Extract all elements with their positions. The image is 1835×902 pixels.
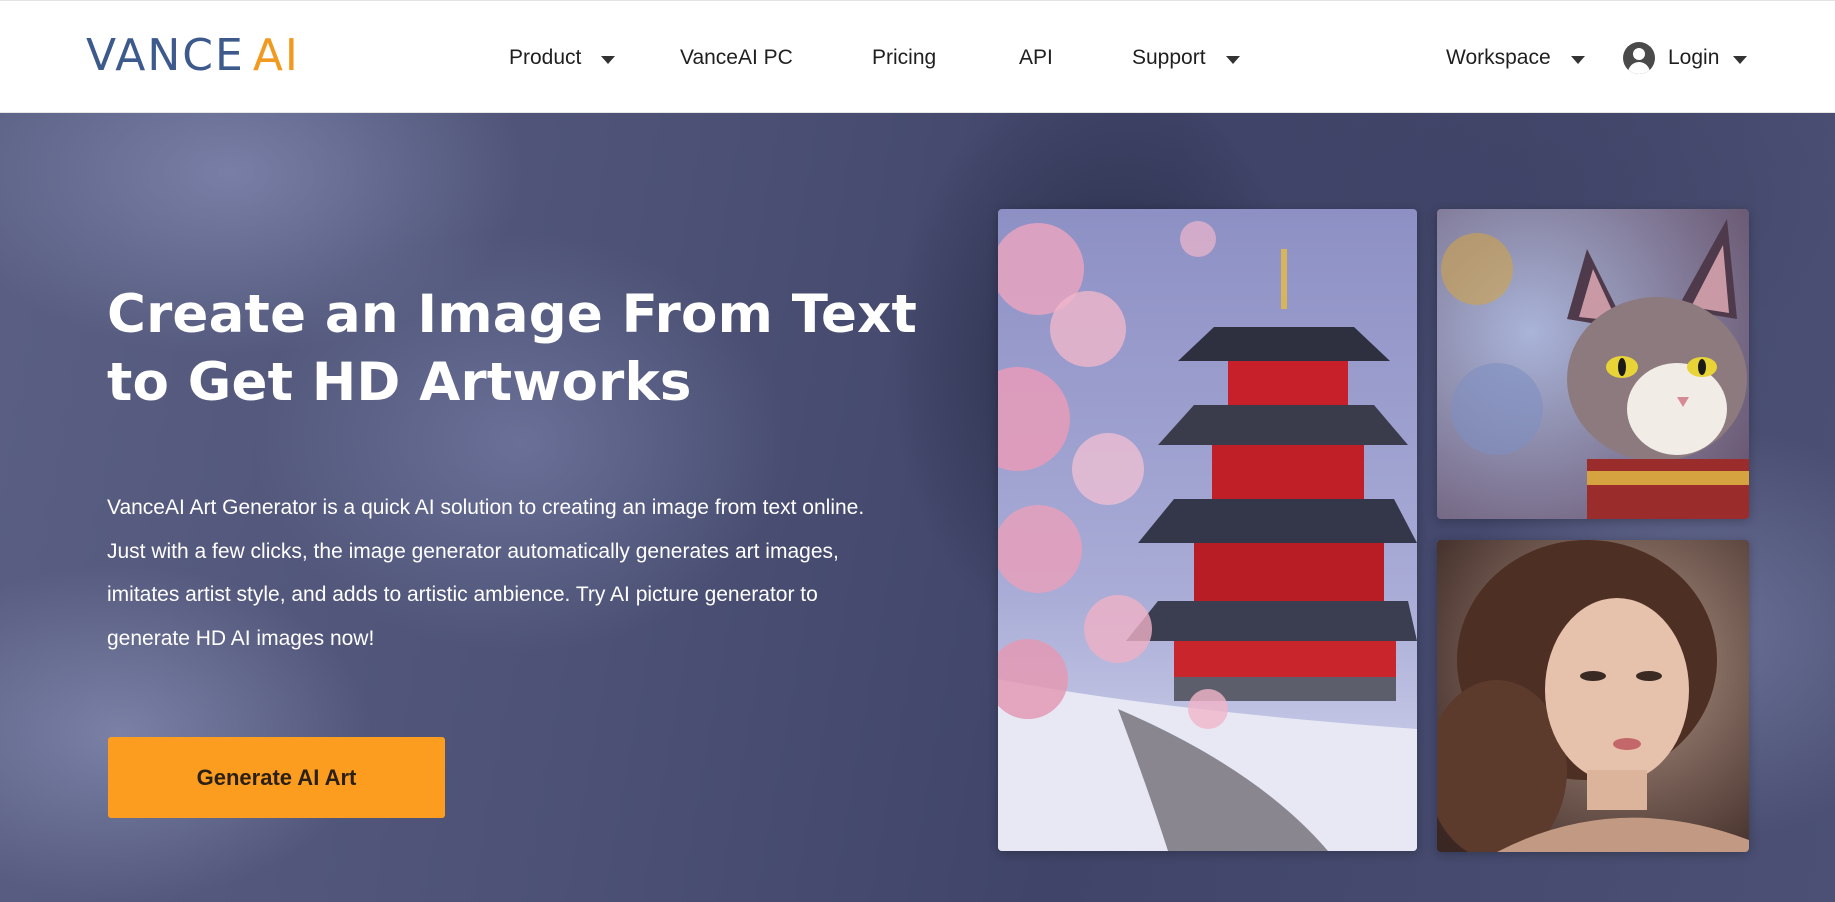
nav-api-label: API [1019,46,1053,69]
nav-support[interactable]: Support [1132,41,1240,75]
woman-portrait-artwork-image [1437,540,1749,852]
login-label: Login [1668,46,1720,69]
nav-pricing-label: Pricing [872,46,937,69]
hero-description-line: Just with a few clicks, the image genera… [107,539,839,563]
hero-title: Create an Image From Text to Get HD Artw… [107,281,927,417]
chevron-down-icon [601,56,616,64]
login-menu[interactable]: Login [1623,41,1748,75]
nav-vanceai-pc[interactable]: VanceAI PC [680,41,793,75]
vanceai-logo[interactable]: VANCE AI [86,31,300,81]
hero-title-line-2: to Get HD Artworks [107,352,692,413]
hero-description-line: generate HD AI images now! [107,626,375,650]
workspace-label: Workspace [1446,46,1551,69]
nav-product[interactable]: Product [509,41,616,75]
nav-vanceai-pc-label: VanceAI PC [680,46,793,69]
hero-description-line: imitates artist style, and adds to artis… [107,583,818,606]
top-navigation-bar: VANCE AI Product VanceAI PC Pricing API S… [0,0,1835,113]
nav-product-label: Product [509,46,582,69]
workspace-menu[interactable]: Workspace [1446,41,1585,75]
user-avatar-icon [1623,42,1655,74]
pagoda-artwork-image [998,209,1417,851]
chevron-down-icon [1733,56,1748,64]
nav-pricing[interactable]: Pricing [872,41,936,75]
nav-support-label: Support [1132,46,1206,69]
hero-description-line: VanceAI Art Generator is a quick AI solu… [107,496,865,519]
hero-title-line-1: Create an Image From Text [107,284,918,345]
generate-ai-art-button[interactable]: Generate AI Art [108,737,445,818]
hero-description: VanceAI Art Generator is a quick AI solu… [107,486,927,660]
cat-artwork-image [1437,209,1749,519]
chevron-down-icon [1225,56,1240,64]
logo-brand-text: VANCE [86,30,245,81]
hero-section: Create an Image From Text to Get HD Artw… [0,113,1835,902]
logo-ai-text: AI [252,30,300,81]
chevron-down-icon [1570,56,1585,64]
nav-api[interactable]: API [1019,41,1053,75]
